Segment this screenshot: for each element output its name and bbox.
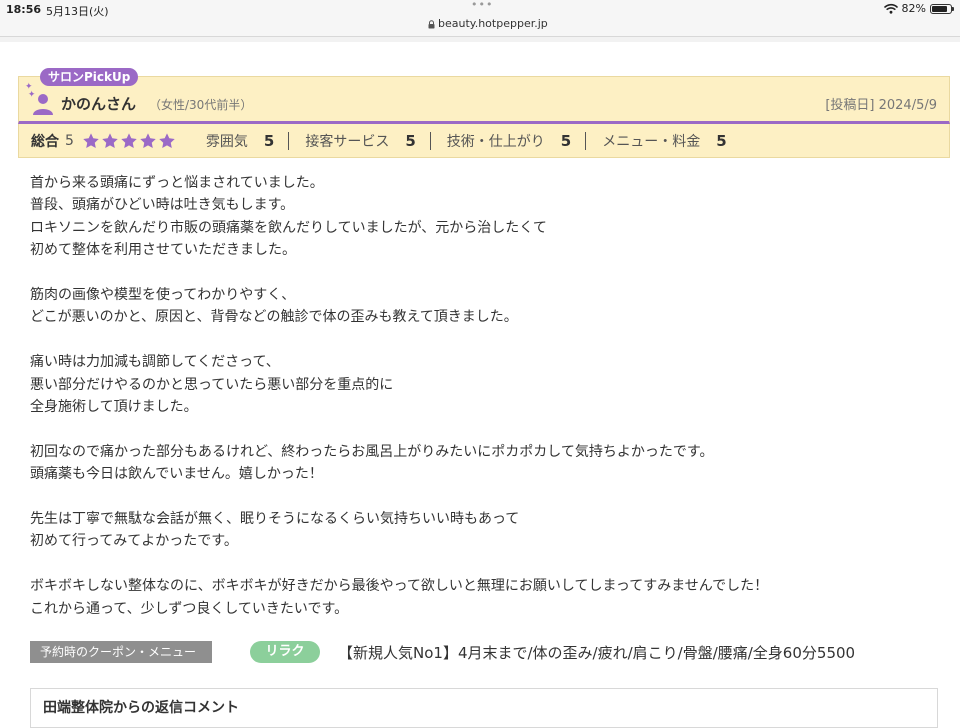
- review-text: 首から来る頭痛にずっと悩まされていました。 普段、頭痛がひどい時は吐き気もします。…: [30, 172, 930, 642]
- review-paragraph: 首から来る頭痛にずっと悩まされていました。 普段、頭痛がひどい時は吐き気もします。…: [30, 172, 930, 262]
- battery-percent: 82%: [901, 2, 926, 15]
- salon-pickup-badge: サロンPickUp: [40, 68, 139, 86]
- rating-label: メニュー・料金: [602, 133, 701, 150]
- reply-title: 田端整体院からの返信コメント: [43, 700, 239, 716]
- rating-label: 接客サービス: [305, 133, 390, 150]
- lock-icon: [428, 20, 435, 29]
- wifi-icon: [883, 3, 898, 14]
- rating-menu-price: メニュー・料金 5: [602, 131, 726, 151]
- review-line: 筋肉の画像や模型を使ってわかりやすく、: [30, 287, 296, 304]
- review-paragraph: 先生は丁寧で無駄な会話が無く、眠りそうになるくらい気持ちいい時もあって 初めて行っ…: [30, 508, 930, 553]
- rating-service: 接客サービス 5: [305, 131, 415, 151]
- review-line: ボキボキしない整体なのに、ボキボキが好きだから最後やって欲しいと無理にお願いして…: [30, 578, 769, 595]
- coupon-category-tag: リラク: [250, 641, 320, 663]
- review-line: 初回なので痛かった部分もあるけれど、終わったらお風呂上がりみたいにポカポカして気…: [30, 443, 714, 460]
- url-text: beauty.hotpepper.jp: [438, 17, 548, 30]
- rating-atmosphere: 雰囲気 5: [206, 131, 274, 151]
- review-line: 普段、頭痛がひどい時は吐き気もします。: [30, 197, 295, 214]
- star-icon: [83, 132, 99, 148]
- rating-value: 5: [560, 131, 572, 150]
- review-line: 首から来る頭痛にずっと悩まされていました。: [30, 175, 324, 191]
- address-bar[interactable]: beauty.hotpepper.jp: [428, 17, 548, 30]
- review-paragraph: 痛い時は力加減も調節してくださって、悪い部分だけやるのかと思っていたら悪い部分を…: [30, 351, 930, 418]
- status-date: 5月13日(火): [46, 5, 109, 18]
- review-paragraph: ボキボキしない整体なのに、ボキボキが好きだから最後やって欲しいと無理にお願いして…: [30, 575, 930, 620]
- rating-value: 5: [405, 131, 416, 150]
- review-line: どこが悪いのかと、原因と、背骨などの触診で体の歪みも教えて頂きました。: [30, 309, 518, 326]
- review-line: 悪い部分だけやるのかと思っていたら悪い部分を重点的に: [30, 376, 394, 393]
- rating-label: 技術・仕上がり: [446, 133, 545, 150]
- rating-value: 5: [263, 131, 275, 150]
- review-line: 先生は丁寧で無駄な会話が無く、眠りそうになるくらい気持ちいい時もあって: [30, 511, 520, 528]
- overall-value: 5: [65, 132, 74, 149]
- star-icon: [140, 132, 156, 148]
- rating-divider: [429, 131, 431, 150]
- reply-section: 田端整体院からの返信コメント: [30, 688, 938, 728]
- status-time: 18:56: [6, 3, 42, 16]
- coupon-link[interactable]: 【新規人気No1】4月末まで/体の歪み/疲れ/肩こり/骨盤/腰痛/全身60分55…: [338, 642, 855, 663]
- review-line: 初めて整体を利用させていただきました。: [30, 242, 296, 259]
- review-line: 痛い時は力加減も調節してくださって、: [30, 354, 280, 371]
- rating-technique: 技術・仕上がり 5: [447, 131, 571, 151]
- star-icon: [159, 132, 175, 148]
- status-bar: 18:56 5月13日(火) ••• beauty.hotpepper.jp 8…: [0, 0, 960, 37]
- avatar: [33, 94, 53, 115]
- overall-label: 総合: [31, 133, 59, 150]
- review-line: 全身施術して頂けました。: [30, 399, 198, 416]
- post-date: [投稿日] 2024/5/9: [825, 98, 937, 113]
- review-line: ロキソニンを飲んだり市販の頭痛薬を飲んだりしていましたが、元から治したくて: [30, 219, 547, 236]
- star-icon: [102, 132, 118, 148]
- reviewer-meta: （女性/30代前半）: [149, 98, 253, 112]
- review-header: ✦ ✦ かのんさん （女性/30代前半） [投稿日] 2024/5/9: [18, 76, 950, 124]
- page-top-divider: [0, 37, 960, 42]
- coupon-label: 予約時のクーポン・メニュー: [30, 641, 212, 663]
- more-dots-icon[interactable]: •••: [471, 0, 493, 11]
- review-paragraph: 初回なので痛かった部分もあるけれど、終わったらお風呂上がりみたいにポカポカして気…: [30, 441, 930, 486]
- star-icon: [121, 132, 137, 148]
- reviewer-name: かのんさん: [61, 95, 137, 113]
- rating-value: 5: [716, 131, 727, 150]
- review-line: これから通って、少しずつ良くしていきたいです。: [30, 600, 349, 617]
- review-line: 初めて行ってみてよかったです。: [30, 533, 238, 550]
- star-rating: [82, 132, 176, 150]
- review-line: 頭痛薬も今日は飲んでいません。嬉しかった！: [30, 466, 323, 483]
- rating-label: 雰囲気: [205, 133, 248, 150]
- rating-divider: [585, 131, 587, 150]
- status-indicators: 82%: [883, 2, 954, 15]
- battery-icon: [930, 3, 954, 14]
- review-paragraph: 筋肉の画像や模型を使ってわかりやすく、どこが悪いのかと、原因と、背骨などの触診で…: [30, 284, 930, 329]
- ratings-bar: 総合 5 雰囲気 5 接客サービス 5 技術・仕上がり 5 メニュー・料金 5: [18, 124, 950, 158]
- rating-divider: [288, 131, 290, 150]
